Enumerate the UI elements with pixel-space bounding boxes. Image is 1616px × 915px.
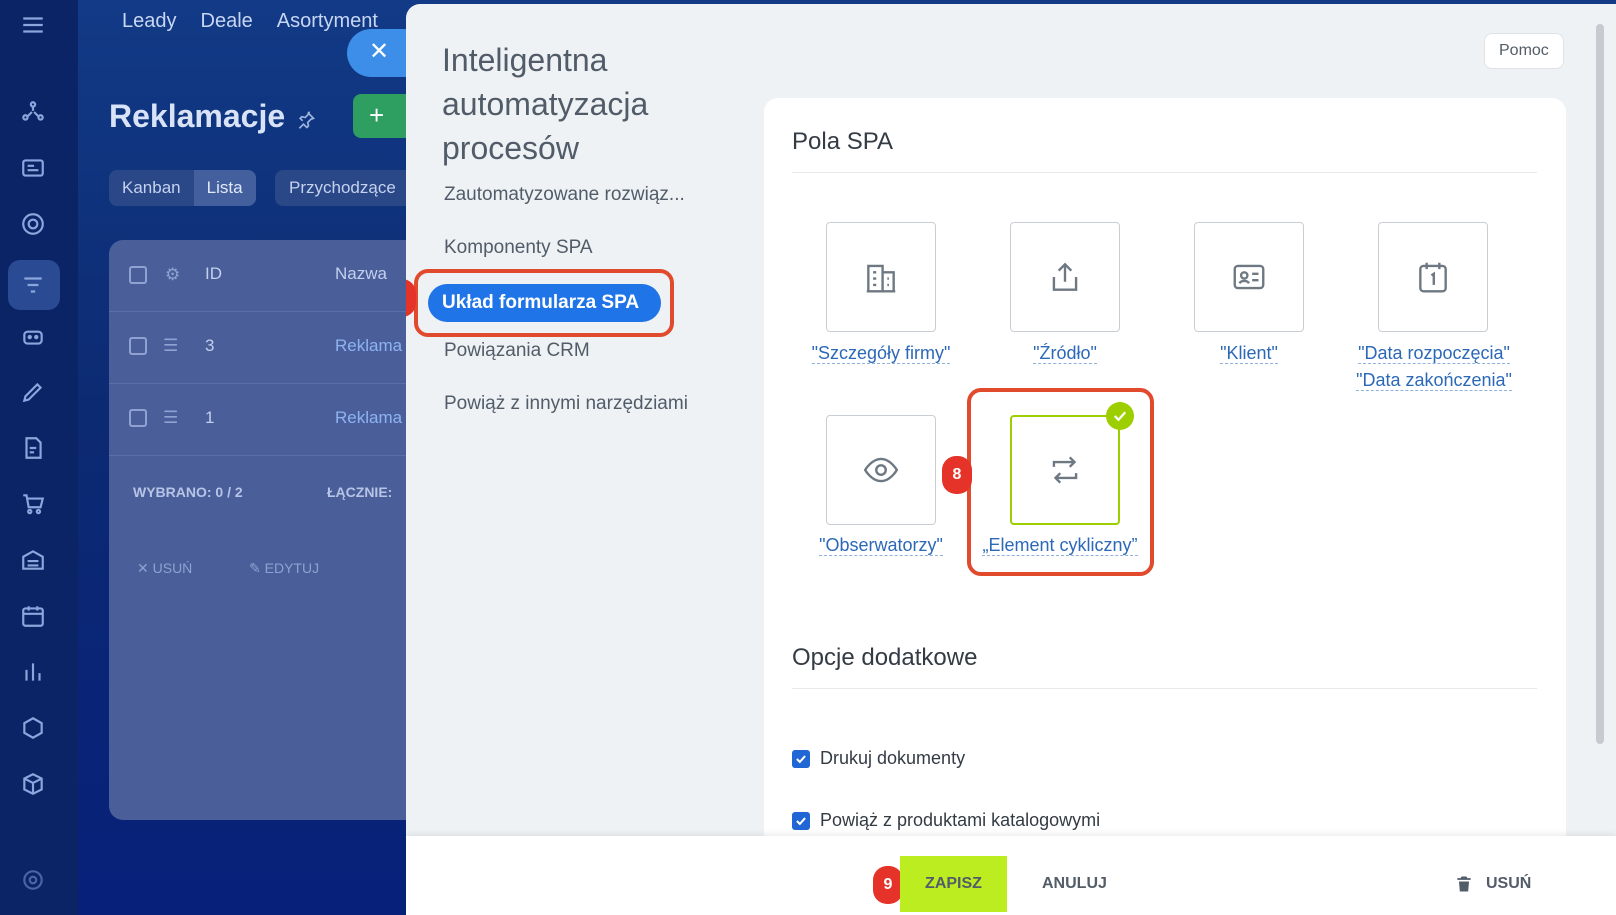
view-tabs: Kanban Lista — [109, 170, 256, 206]
grid-edit-label: EDYTUJ — [264, 560, 320, 576]
nav-deals[interactable]: Deale — [201, 10, 253, 33]
hexagon-icon[interactable] — [18, 713, 48, 743]
field-tile-source[interactable] — [1010, 222, 1120, 332]
field-label-date-end[interactable]: "Data zakończenia" — [1344, 370, 1524, 391]
grid-delete-action[interactable]: ✕ USUŃ — [137, 560, 192, 577]
select-all-checkbox[interactable] — [129, 266, 147, 284]
scrollbar[interactable] — [1596, 24, 1604, 744]
link-products-checkbox[interactable] — [792, 811, 810, 830]
field-label-client[interactable]: "Klient" — [1184, 343, 1314, 364]
field-tile-recurring[interactable] — [1010, 415, 1120, 525]
field-label-recurring[interactable]: „Element cykliczny” — [970, 535, 1150, 556]
cube-icon[interactable] — [18, 769, 48, 799]
robot-icon[interactable] — [18, 321, 48, 351]
print-documents-checkbox[interactable] — [792, 749, 810, 768]
recurring-icon — [1052, 456, 1078, 484]
total-count: ŁĄCZNIE: — [327, 484, 393, 500]
field-tile-company[interactable] — [826, 222, 936, 332]
grid-edit-action[interactable]: ✎ EDYTUJ — [249, 560, 319, 577]
document-edit-icon[interactable] — [18, 433, 48, 463]
drag-handle-icon[interactable]: ☰ — [163, 336, 178, 356]
field-tile-client[interactable] — [1194, 222, 1304, 332]
add-button[interactable]: + — [353, 94, 413, 138]
column-id[interactable]: ID — [205, 264, 222, 284]
nav-leads[interactable]: Leady — [122, 10, 177, 33]
grid-header: ⚙ ID Nazwa — [109, 240, 419, 312]
row-checkbox[interactable] — [129, 409, 147, 427]
settings-slider: Inteligentna automatyzacja procesów Pomo… — [406, 4, 1616, 915]
menu-icon[interactable] — [18, 10, 48, 40]
save-button[interactable]: ZAPISZ — [900, 856, 1007, 912]
pin-icon[interactable] — [296, 110, 316, 130]
grid-delete-label: USUŃ — [152, 560, 193, 576]
bar-chart-icon[interactable] — [18, 657, 48, 687]
step-badge-8: 8 — [942, 456, 972, 494]
field-label-source[interactable]: "Źródło" — [1000, 343, 1130, 364]
trash-icon — [1457, 876, 1471, 892]
share-icon — [1052, 262, 1078, 291]
column-name[interactable]: Nazwa — [335, 264, 387, 284]
row-name-link[interactable]: Reklama — [335, 408, 402, 428]
top-navigation: Leady Deale Asortyment — [122, 10, 378, 33]
page-title: Reklamacje — [109, 98, 286, 134]
filter-icon[interactable] — [18, 270, 48, 300]
eye-icon — [863, 457, 899, 483]
footer-bar: 9 ZAPISZ ANULUJ USUŃ — [406, 836, 1616, 915]
menu-item-crm-links[interactable]: Powiązania CRM — [444, 340, 590, 362]
tab-list[interactable]: Lista — [193, 170, 256, 206]
left-rail — [0, 0, 78, 915]
building-icon — [866, 264, 896, 293]
table-row[interactable]: ☰ 3 Reklama — [109, 312, 419, 384]
section-divider — [792, 688, 1537, 689]
calendar-icon — [1419, 262, 1447, 293]
network-icon[interactable] — [18, 97, 48, 127]
drag-handle-icon[interactable]: ☰ — [163, 408, 178, 428]
field-tile-observers[interactable] — [826, 415, 936, 525]
field-tile-dates[interactable] — [1378, 222, 1488, 332]
step-badge-9: 9 — [873, 866, 903, 904]
delete-button[interactable]: USUŃ — [1454, 856, 1531, 912]
option-print-documents[interactable]: Drukuj dokumenty — [792, 748, 965, 769]
pen-icon[interactable] — [18, 377, 48, 407]
id-card-icon — [1233, 264, 1265, 290]
target-icon[interactable] — [18, 209, 48, 239]
menu-item-other-tools[interactable]: Powiąż z innymi narzędziami — [444, 393, 688, 415]
gear-icon[interactable]: ⚙ — [165, 265, 180, 285]
calendar-grid-icon[interactable] — [18, 601, 48, 631]
row-name-link[interactable]: Reklama — [335, 336, 402, 356]
delete-label: USUŃ — [1486, 875, 1532, 892]
check-icon — [1106, 402, 1134, 430]
print-documents-label: Drukuj dokumenty — [820, 748, 966, 768]
warehouse-icon[interactable] — [18, 545, 48, 575]
field-label-company[interactable]: "Szczegóły firmy" — [808, 343, 954, 364]
incoming-filter[interactable]: Przychodzące — [275, 170, 415, 206]
field-label-observers[interactable]: "Obserwatorzy" — [800, 535, 962, 556]
menu-item-automated-solutions[interactable]: Zautomatyzowane rozwiąz... — [444, 184, 685, 206]
help-button[interactable]: Pomoc — [1484, 33, 1564, 69]
row-id: 1 — [205, 408, 215, 427]
link-products-label: Powiąż z produktami katalogowymi — [820, 810, 1101, 830]
content-card: Pola SPA "Szczegóły firmy" "Źródło" "Kli… — [764, 98, 1566, 915]
cart-icon[interactable] — [18, 489, 48, 519]
selected-count: WYBRANO: 0 / 2 — [133, 484, 243, 500]
settings-icon[interactable] — [18, 865, 48, 895]
section-divider — [792, 172, 1537, 173]
cancel-button[interactable]: ANULUJ — [1026, 856, 1123, 912]
section-title-spa-fields: Pola SPA — [792, 128, 893, 155]
menu-item-spa-components[interactable]: Komponenty SPA — [444, 237, 593, 259]
row-checkbox[interactable] — [129, 337, 147, 355]
field-label-date-start[interactable]: "Data rozpoczęcia" — [1344, 343, 1524, 364]
menu-item-form-layout[interactable]: Układ formularza SPA — [428, 284, 661, 322]
row-id: 3 — [205, 336, 215, 355]
section-title-additional-options: Opcje dodatkowe — [792, 644, 978, 671]
card-icon[interactable] — [18, 153, 48, 183]
tab-kanban[interactable]: Kanban — [109, 170, 194, 206]
option-link-products[interactable]: Powiąż z produktami katalogowymi — [792, 810, 1100, 831]
table-row[interactable]: ☰ 1 Reklama — [109, 384, 419, 456]
grid-panel: ⚙ ID Nazwa ☰ 3 Reklama ☰ 1 Reklama WYBRA… — [109, 240, 419, 820]
slider-title: Inteligentna automatyzacja procesów — [442, 42, 649, 166]
close-slider-button[interactable]: ✕ — [347, 29, 409, 77]
